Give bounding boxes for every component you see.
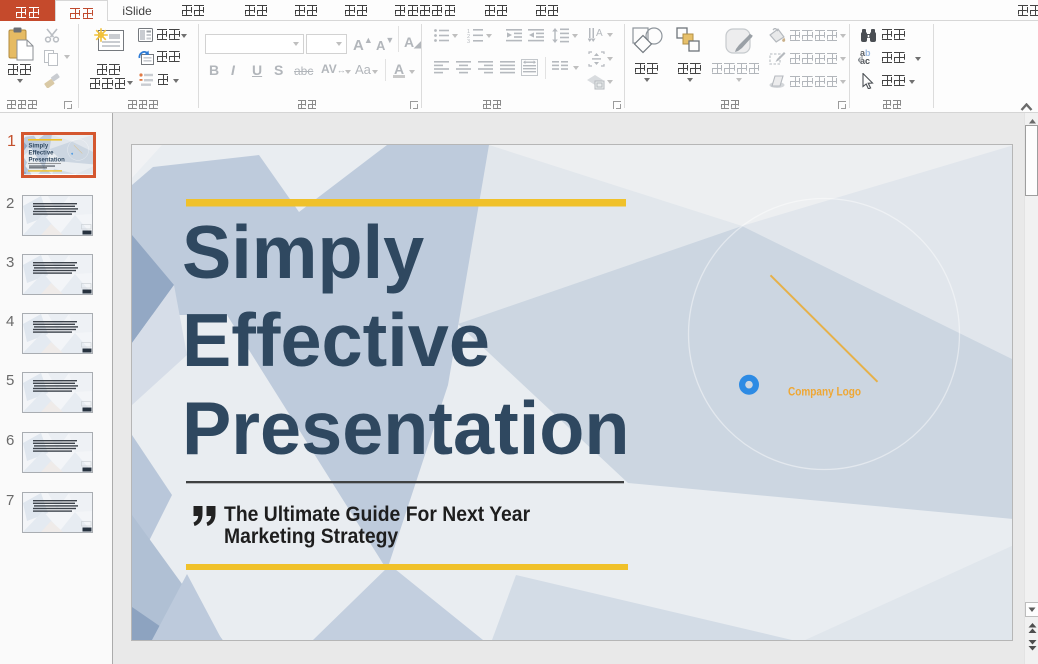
svg-text:Simply: Simply <box>29 144 49 150</box>
svg-text:3: 3 <box>467 39 470 43</box>
svg-text:A: A <box>596 28 603 39</box>
svg-text:Effective: Effective <box>29 151 55 157</box>
svg-text:Presentation: Presentation <box>29 158 66 164</box>
svg-text:Company Logo: Company Logo <box>788 387 861 399</box>
